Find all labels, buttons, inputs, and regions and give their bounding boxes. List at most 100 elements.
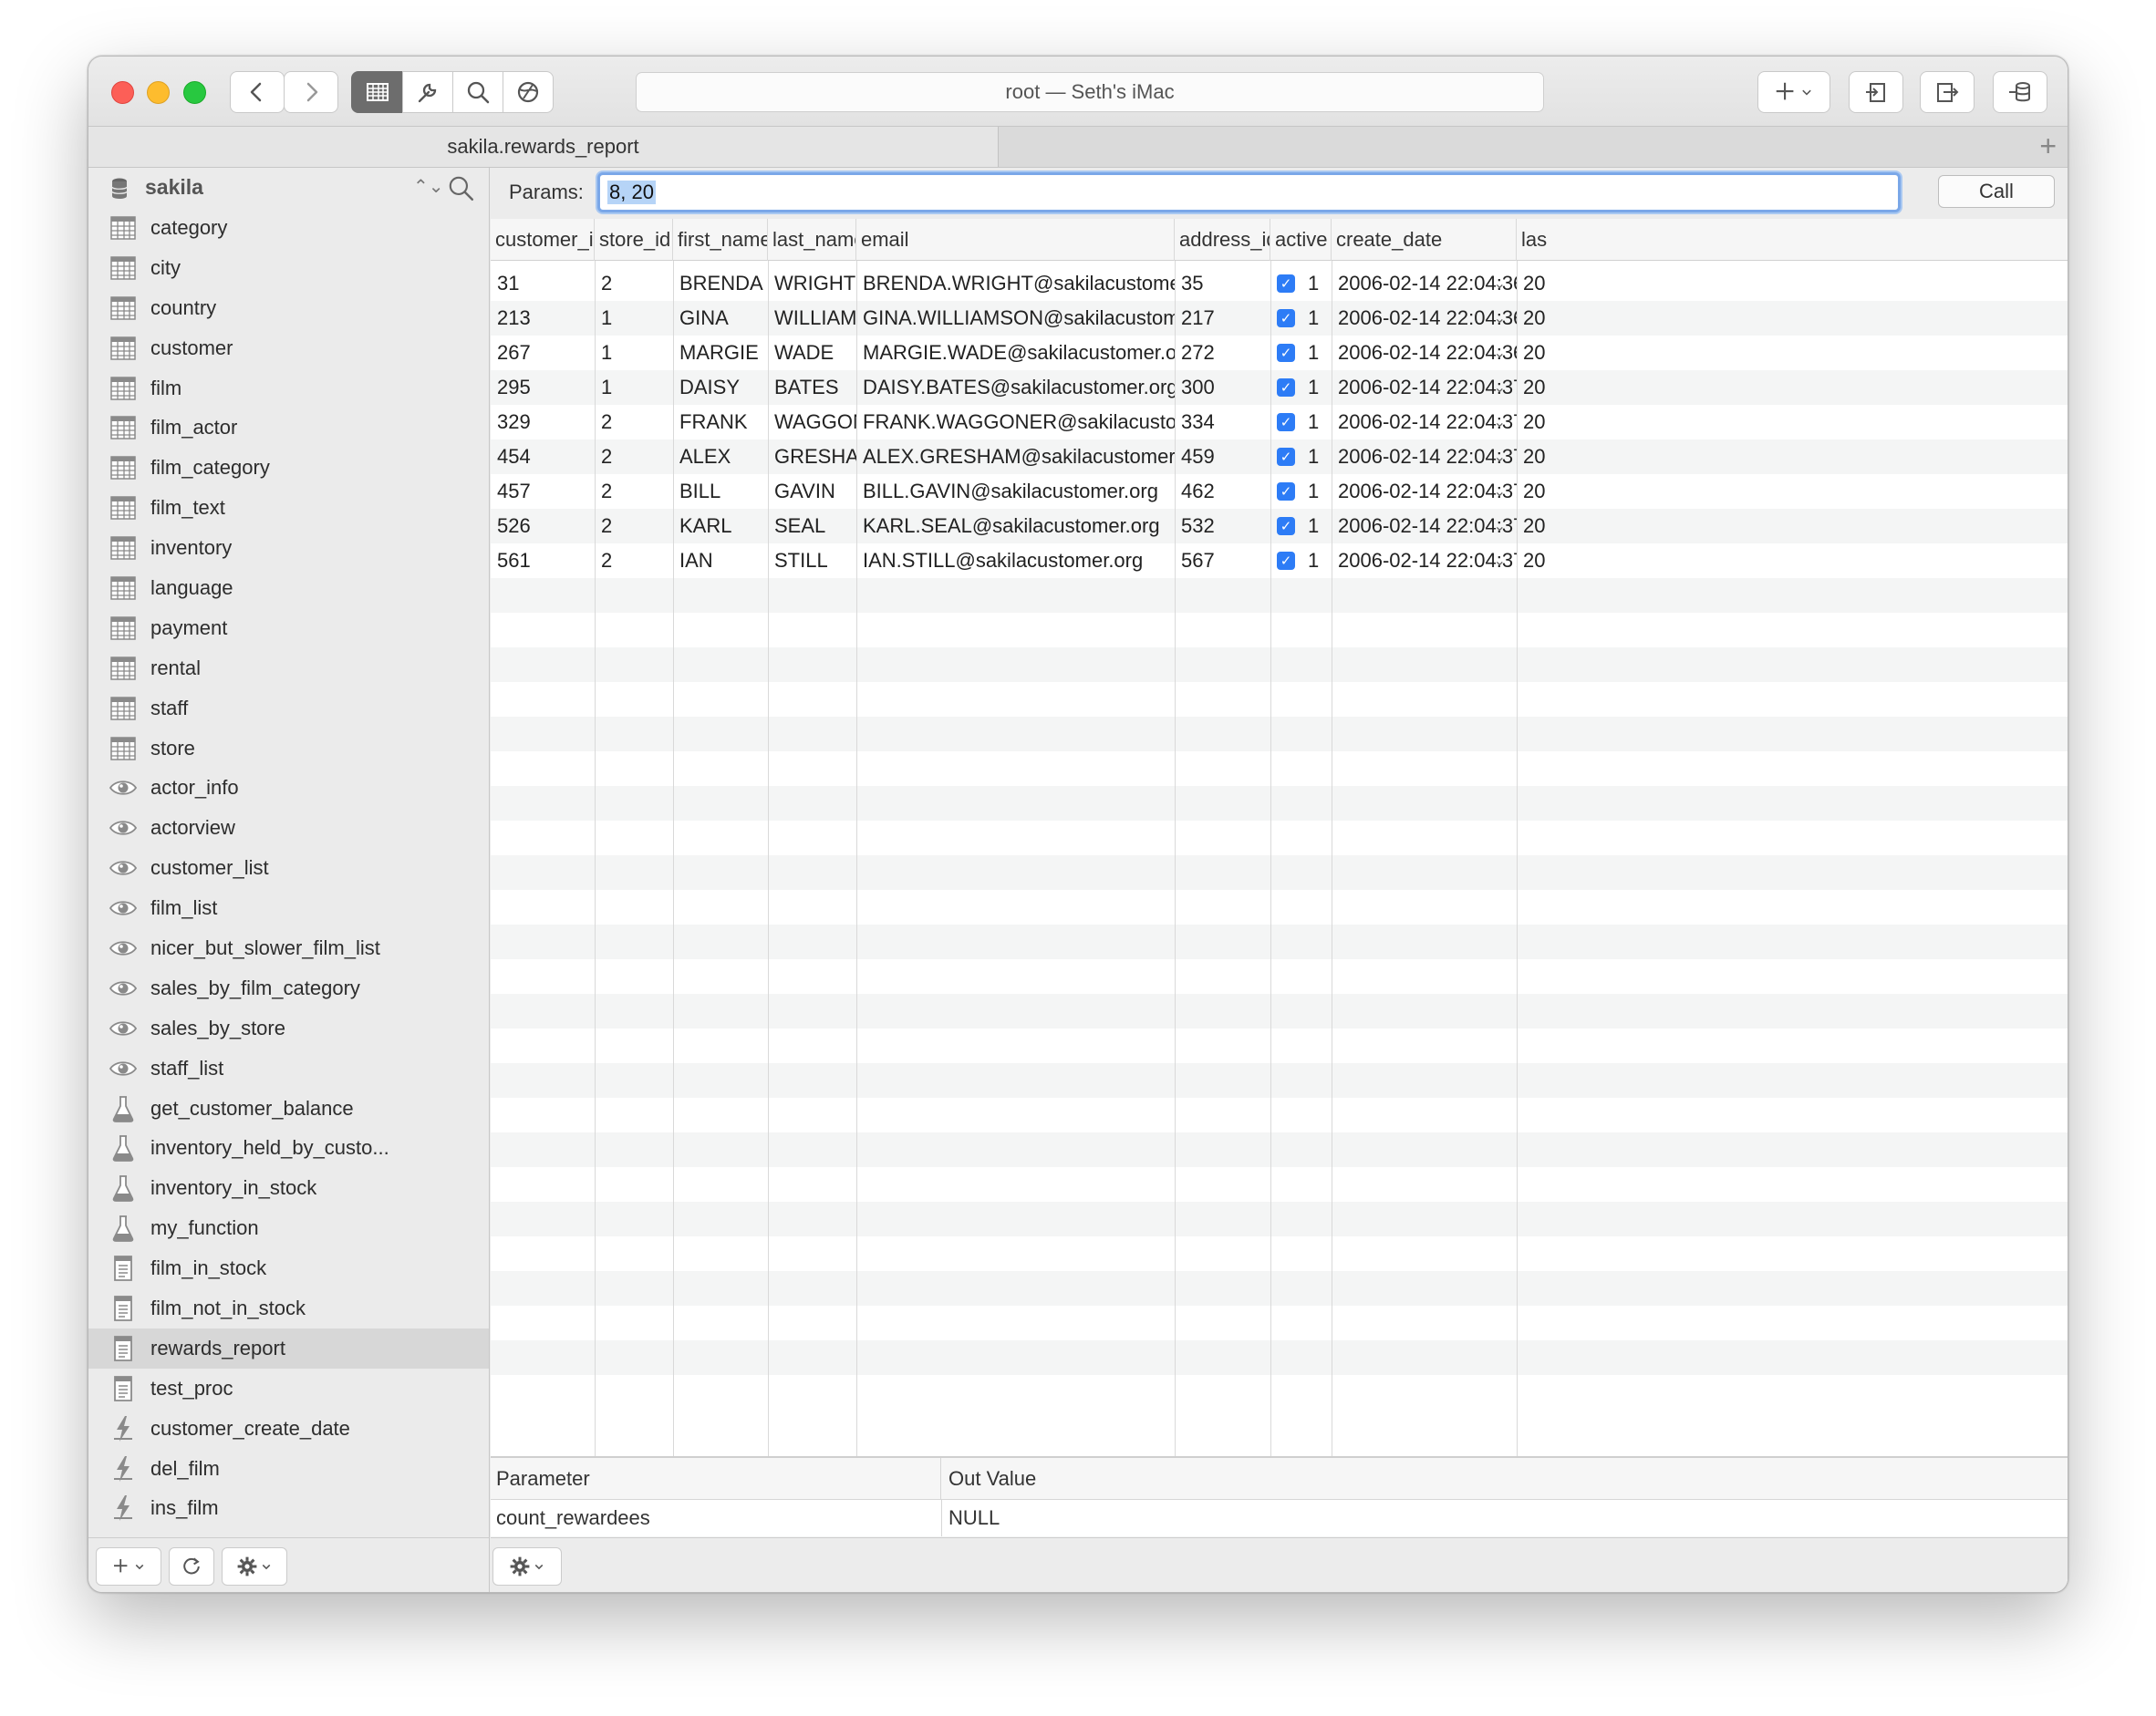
- sidebar-item-film[interactable]: film: [88, 368, 489, 408]
- table-row[interactable]: 329 2 FRANK WAGGONER FRANK.WAGGONER@sakilacu…: [491, 405, 2068, 439]
- sidebar-item-inventory[interactable]: inventory: [88, 528, 489, 568]
- sidebar-item-sales-by-store[interactable]: sales_by_store: [88, 1008, 489, 1049]
- cell-last-name[interactable]: BATES: [768, 370, 856, 405]
- database-button[interactable]: [1993, 71, 2047, 113]
- cell-email[interactable]: FRANK.WAGGONER@sakilacustomer.org: [856, 405, 1175, 439]
- close-window-button[interactable]: [111, 81, 134, 104]
- column-header-create-date[interactable]: create_date: [1332, 219, 1517, 261]
- cell-active[interactable]: ✓ 1: [1270, 370, 1332, 405]
- cell-last-name[interactable]: WILLIAMSON: [768, 301, 856, 336]
- cell-email[interactable]: KARL.SEAL@sakilacustomer.org: [856, 509, 1175, 543]
- cell-store-id[interactable]: 2: [595, 543, 673, 578]
- cell-create-date[interactable]: 2006-02-14 22:04:36 ⌄: [1332, 266, 1517, 301]
- cell-create-date[interactable]: 2006-02-14 22:04:37 ⌄: [1332, 543, 1517, 578]
- sidebar-item-get-customer-balance[interactable]: get_customer_balance: [88, 1089, 489, 1129]
- cell-las[interactable]: 20: [1517, 509, 2068, 543]
- sidebar-item-film-actor[interactable]: film_actor: [88, 408, 489, 448]
- cell-first-name[interactable]: BILL: [673, 474, 768, 509]
- cell-las[interactable]: 20: [1517, 474, 2068, 509]
- sidebar-item-del-film[interactable]: del_film: [88, 1449, 489, 1489]
- sidebar-item-ins-film[interactable]: ins_film: [88, 1489, 489, 1529]
- cell-first-name[interactable]: KARL: [673, 509, 768, 543]
- cell-customer-id[interactable]: 526: [491, 509, 595, 543]
- add-item-button[interactable]: [96, 1547, 161, 1586]
- sidebar-item-rental[interactable]: rental: [88, 648, 489, 688]
- cell-last-name[interactable]: STILL: [768, 543, 856, 578]
- sidebar-item-film-not-in-stock[interactable]: film_not_in_stock: [88, 1288, 489, 1328]
- search-icon[interactable]: [446, 173, 475, 202]
- chevron-down-icon[interactable]: ⌄: [1494, 552, 1506, 570]
- column-header-last-name[interactable]: last_name: [768, 219, 856, 261]
- cell-address-id[interactable]: 567: [1175, 543, 1270, 578]
- new-tab-button[interactable]: +: [2039, 130, 2057, 161]
- cell-las[interactable]: 20: [1517, 336, 2068, 370]
- sidebar-item-country[interactable]: country: [88, 288, 489, 328]
- cell-last-name[interactable]: WRIGHT: [768, 266, 856, 301]
- table-row[interactable]: 295 1 DAISY BATES DAISY.BATES@sakilacustomer…: [491, 370, 2068, 405]
- cell-las[interactable]: 20: [1517, 266, 2068, 301]
- cell-create-date[interactable]: 2006-02-14 22:04:37 ⌄: [1332, 439, 1517, 474]
- cell-store-id[interactable]: 2: [595, 405, 673, 439]
- sidebar-item-customer[interactable]: customer: [88, 328, 489, 368]
- sidebar-gear-button[interactable]: [222, 1547, 287, 1586]
- cell-store-id[interactable]: 2: [595, 439, 673, 474]
- cell-customer-id[interactable]: 267: [491, 336, 595, 370]
- cell-active[interactable]: ✓ 1: [1270, 301, 1332, 336]
- cell-active[interactable]: ✓ 1: [1270, 405, 1332, 439]
- cell-last-name[interactable]: SEAL: [768, 509, 856, 543]
- export-button[interactable]: [1920, 71, 1975, 113]
- cell-store-id[interactable]: 1: [595, 336, 673, 370]
- cell-customer-id[interactable]: 457: [491, 474, 595, 509]
- cell-las[interactable]: 20: [1517, 370, 2068, 405]
- cell-address-id[interactable]: 334: [1175, 405, 1270, 439]
- chevron-down-icon[interactable]: ⌄: [1494, 378, 1506, 397]
- sidebar-item-test-proc[interactable]: test_proc: [88, 1369, 489, 1409]
- cell-email[interactable]: BILL.GAVIN@sakilacustomer.org: [856, 474, 1175, 509]
- active-checkbox[interactable]: ✓: [1277, 274, 1295, 293]
- refresh-button[interactable]: [169, 1547, 214, 1586]
- import-button[interactable]: [1849, 71, 1903, 113]
- sidebar-item-inventory-held-by-custo[interactable]: inventory_held_by_custo...: [88, 1128, 489, 1168]
- table-row[interactable]: 454 2 ALEX GRESHAM ALEX.GRESHAM@sakilacustom…: [491, 439, 2068, 474]
- sidebar-item-customer-create-date[interactable]: customer_create_date: [88, 1409, 489, 1449]
- out-value-column-header[interactable]: Out Value: [941, 1458, 1036, 1500]
- cell-first-name[interactable]: GINA: [673, 301, 768, 336]
- chevron-down-icon[interactable]: ⌄: [1494, 344, 1506, 362]
- sidebar-item-language[interactable]: language: [88, 568, 489, 608]
- query-button[interactable]: [452, 71, 503, 113]
- cell-las[interactable]: 20: [1517, 439, 2068, 474]
- cell-las[interactable]: 20: [1517, 301, 2068, 336]
- column-header-customer-id[interactable]: customer_id: [491, 219, 595, 261]
- database-selector[interactable]: sakila ⌃⌄: [88, 168, 489, 210]
- cell-last-name[interactable]: GRESHAM: [768, 439, 856, 474]
- sidebar-item-inventory-in-stock[interactable]: inventory_in_stock: [88, 1168, 489, 1208]
- triggers-button[interactable]: [503, 71, 554, 113]
- cell-first-name[interactable]: IAN: [673, 543, 768, 578]
- cell-store-id[interactable]: 2: [595, 509, 673, 543]
- column-header-email[interactable]: email: [856, 219, 1175, 261]
- cell-last-name[interactable]: WAGGONER: [768, 405, 856, 439]
- cell-last-name[interactable]: GAVIN: [768, 474, 856, 509]
- chevron-down-icon[interactable]: ⌄: [1494, 482, 1506, 501]
- cell-customer-id[interactable]: 31: [491, 266, 595, 301]
- sidebar-item-payment[interactable]: payment: [88, 608, 489, 648]
- active-checkbox[interactable]: ✓: [1277, 344, 1295, 362]
- tab-rewards-report[interactable]: sakila.rewards_report: [88, 127, 999, 167]
- cell-create-date[interactable]: 2006-02-14 22:04:37 ⌄: [1332, 370, 1517, 405]
- cell-email[interactable]: MARGIE.WADE@sakilacustomer.org: [856, 336, 1175, 370]
- cell-las[interactable]: 20: [1517, 405, 2068, 439]
- cell-email[interactable]: BRENDA.WRIGHT@sakilacustomer.org: [856, 266, 1175, 301]
- main-gear-button[interactable]: [492, 1547, 562, 1586]
- cell-store-id[interactable]: 1: [595, 301, 673, 336]
- cell-las[interactable]: 20: [1517, 543, 2068, 578]
- table-content-button[interactable]: [351, 71, 403, 113]
- cell-active[interactable]: ✓ 1: [1270, 509, 1332, 543]
- cell-active[interactable]: ✓ 1: [1270, 266, 1332, 301]
- sidebar-item-customer-list[interactable]: customer_list: [88, 848, 489, 888]
- cell-customer-id[interactable]: 454: [491, 439, 595, 474]
- back-button[interactable]: [230, 71, 285, 113]
- cell-email[interactable]: GINA.WILLIAMSON@sakilacustomer.org: [856, 301, 1175, 336]
- chevron-down-icon[interactable]: ⌄: [1494, 413, 1506, 431]
- call-button[interactable]: Call: [1938, 175, 2055, 208]
- table-row[interactable]: 267 1 MARGIE WADE MARGIE.WADE@sakilacustomer…: [491, 336, 2068, 370]
